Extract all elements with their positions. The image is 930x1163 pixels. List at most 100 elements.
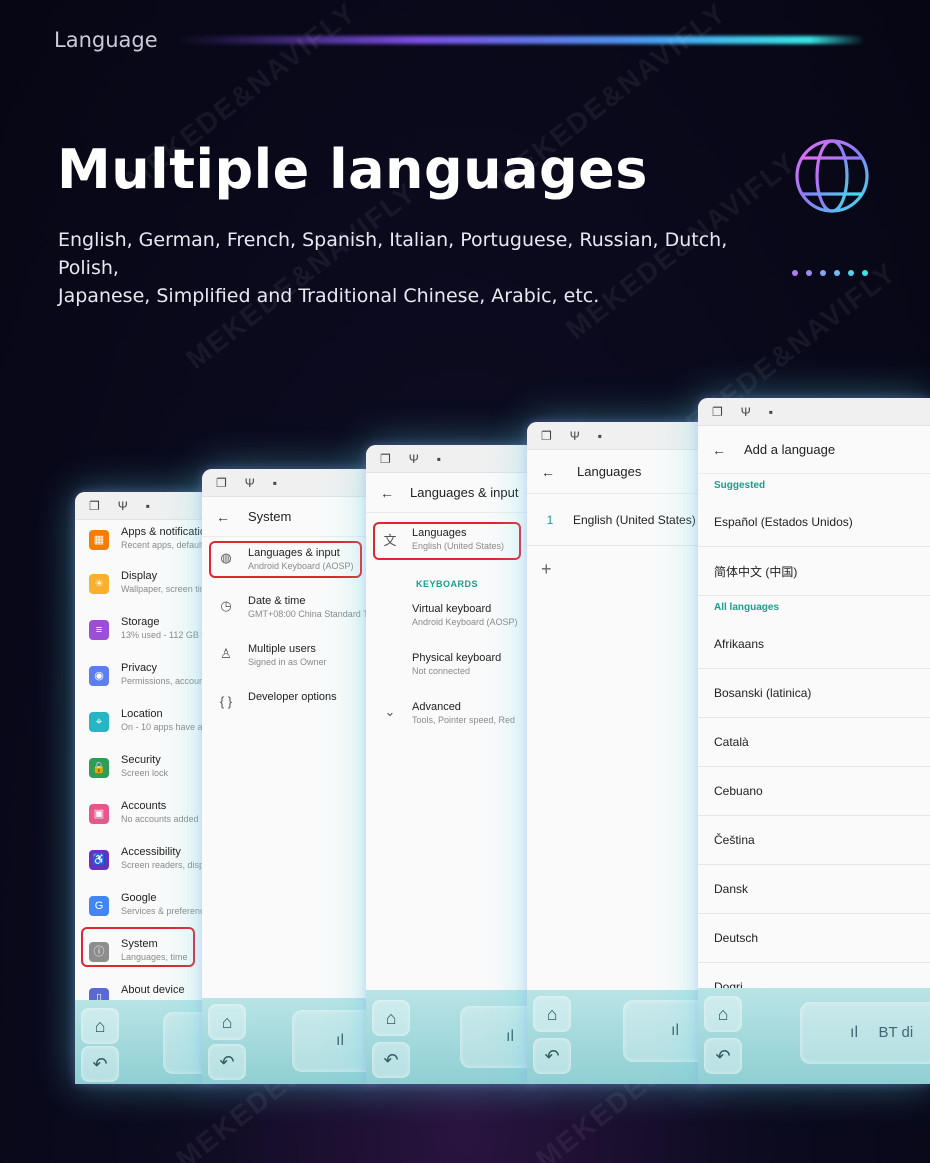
settings-item-sub: No accounts added — [121, 814, 199, 824]
code-icon: { } — [219, 694, 233, 709]
recents-icon: ❐ — [712, 404, 723, 419]
settings-item-storage[interactable]: ≡ Storage 13% used - 112 GB free — [75, 610, 210, 656]
image-icon: ▪ — [597, 428, 603, 443]
dot — [862, 270, 868, 276]
settings-item-location[interactable]: ⌖ Location On - 10 apps have access — [75, 702, 210, 748]
home-icon: ⌂ — [94, 1016, 106, 1036]
settings-item-title: Security — [121, 754, 161, 766]
usb-icon: Ψ — [117, 498, 128, 513]
add-icon: + — [541, 558, 552, 579]
back-arrow-icon[interactable]: ← — [372, 485, 402, 501]
google-icon: G — [89, 896, 109, 916]
settings-item-apps-notifications[interactable]: ▦ Apps & notifications Recent apps, defaul… — [75, 520, 210, 564]
language-option[interactable]: 简体中文 (中国) — [698, 547, 930, 596]
settings-item-sub: Screen readers, display — [121, 860, 210, 870]
language-option[interactable]: Bosanski (latinica) — [698, 669, 930, 718]
home-button[interactable]: ⌂ — [704, 996, 742, 1032]
add-language-button[interactable]: + — [527, 546, 707, 592]
settings-item-accessibility[interactable]: ♿ Accessibility Screen readers, display — [75, 840, 210, 886]
home-button[interactable]: ⌂ — [208, 1004, 246, 1040]
system-item-multiple-users[interactable]: ♙ Multiple users Signed in as Owner — [202, 637, 374, 685]
recents-icon: ❐ — [380, 451, 391, 466]
settings-item-title: Accounts — [121, 800, 167, 812]
system-item-developer-options[interactable]: { } Developer options — [202, 685, 374, 733]
back-arrow-icon: ↶ — [219, 1052, 235, 1072]
dock: ⌂ ↶ — [75, 1000, 210, 1084]
subline-line-2: Japanese, Simplified and Traditional Chi… — [58, 285, 600, 307]
settings-item-google[interactable]: G Google Services & preferences — [75, 886, 210, 932]
keyboards-header: KEYBOARDS — [416, 579, 479, 589]
keyboard-item-sub: Tools, Pointer speed, Red — [412, 715, 516, 725]
settings-item-privacy[interactable]: ◉ Privacy Permissions, account activity — [75, 656, 210, 702]
dock: ⌂ ↶ ıl — [527, 990, 707, 1084]
keyboard-item-sub: Not connected — [412, 666, 471, 676]
system-header: ← System — [202, 497, 374, 537]
chevron-down-icon: ⌄ — [384, 704, 396, 719]
back-arrow-icon[interactable]: ← — [533, 464, 563, 480]
language-option[interactable]: Afrikaans — [698, 620, 930, 669]
settings-item-security[interactable]: 🔒 Security Screen lock — [75, 748, 210, 794]
back-arrow-icon[interactable]: ← — [208, 509, 238, 525]
language-option[interactable]: Čeština — [698, 816, 930, 865]
languages-input-header: ← Languages & input — [366, 473, 536, 513]
settings-item-title: About device — [121, 984, 185, 996]
accounts-icon: ▣ — [89, 804, 109, 824]
settings-item-display[interactable]: ☀ Display Wallpaper, screen timeout — [75, 564, 210, 610]
page-title: Add a language — [744, 442, 836, 457]
back-button[interactable]: ↶ — [372, 1042, 410, 1078]
home-button[interactable]: ⌂ — [81, 1008, 119, 1044]
status-bar: ❐ Ψ ▪ — [202, 469, 374, 497]
audio-widget[interactable]: ıl — [623, 1000, 707, 1062]
language-option[interactable]: Cebuano — [698, 767, 930, 816]
status-bar: ❐ Ψ ▪ — [366, 445, 536, 473]
back-button[interactable]: ↶ — [208, 1044, 246, 1080]
home-icon: ⌂ — [385, 1008, 397, 1028]
dot — [806, 270, 812, 276]
all-languages-list: Afrikaans Bosanski (latinica) Català Cebuan… — [698, 620, 930, 1012]
home-button[interactable]: ⌂ — [533, 996, 571, 1032]
language-option[interactable]: Català — [698, 718, 930, 767]
add-language-header: ← Add a language — [698, 426, 930, 474]
keyboard-item-virtual-keyboard[interactable]: Virtual keyboard Android Keyboard (AOSP) — [366, 597, 536, 646]
back-button[interactable]: ↶ — [533, 1038, 571, 1074]
audio-widget[interactable]: ıl — [292, 1010, 374, 1072]
bt-widget[interactable]: ıl BT di — [800, 1002, 930, 1064]
back-button[interactable]: ↶ — [704, 1038, 742, 1074]
dot — [834, 270, 840, 276]
language-option[interactable]: Español (Estados Unidos) — [698, 498, 930, 547]
usb-icon: Ψ — [569, 428, 580, 443]
back-button[interactable]: ↶ — [81, 1046, 119, 1082]
home-icon: ⌂ — [546, 1004, 558, 1024]
back-arrow-icon: ↶ — [92, 1054, 108, 1074]
home-button[interactable]: ⌂ — [372, 1000, 410, 1036]
back-arrow-icon[interactable]: ← — [704, 442, 734, 458]
subline-line-1: English, German, French, Spanish, Italia… — [58, 229, 728, 279]
language-option[interactable]: Deutsch — [698, 914, 930, 963]
tag-glow-line — [175, 36, 865, 44]
keyboard-item-advanced[interactable]: ⌄ Advanced Tools, Pointer speed, Red — [366, 695, 536, 744]
decorative-dots — [792, 270, 868, 276]
settings-item-title: Display — [121, 570, 158, 582]
keyboard-item-physical-keyboard[interactable]: Physical keyboard Not connected — [366, 646, 536, 695]
settings-item-title: Google — [121, 892, 157, 904]
user-icon: ♙ — [220, 646, 232, 661]
page-title: Languages & input — [410, 485, 519, 500]
settings-item-sub: Permissions, account activity — [121, 676, 210, 686]
system-highlight — [81, 927, 195, 967]
language-option[interactable]: Dansk — [698, 865, 930, 914]
system-item-date-time[interactable]: ◷ Date & time GMT+08:00 China Standard Tim… — [202, 589, 374, 637]
settings-item-title: Storage — [121, 616, 160, 628]
audio-widget[interactable]: ıl — [460, 1006, 536, 1068]
settings-panel: ❐ Ψ ▪ ▦ Apps & notifications Recent apps, … — [75, 492, 210, 1084]
back-arrow-icon: ↶ — [715, 1046, 731, 1066]
image-icon: ▪ — [768, 404, 774, 419]
languages-input-highlight — [209, 541, 362, 578]
dock: ⌂ ↶ ıl — [366, 990, 536, 1084]
language-entry[interactable]: 1 English (United States) — [527, 494, 707, 546]
recents-icon: ❐ — [541, 428, 552, 443]
language-order: 1 — [546, 512, 554, 527]
settings-item-accounts[interactable]: ▣ Accounts No accounts added — [75, 794, 210, 840]
keyboard-list: Virtual keyboard Android Keyboard (AOSP) P… — [366, 597, 536, 744]
page-title: Languages — [577, 464, 642, 479]
settings-item-sub: Services & preferences — [121, 906, 210, 916]
